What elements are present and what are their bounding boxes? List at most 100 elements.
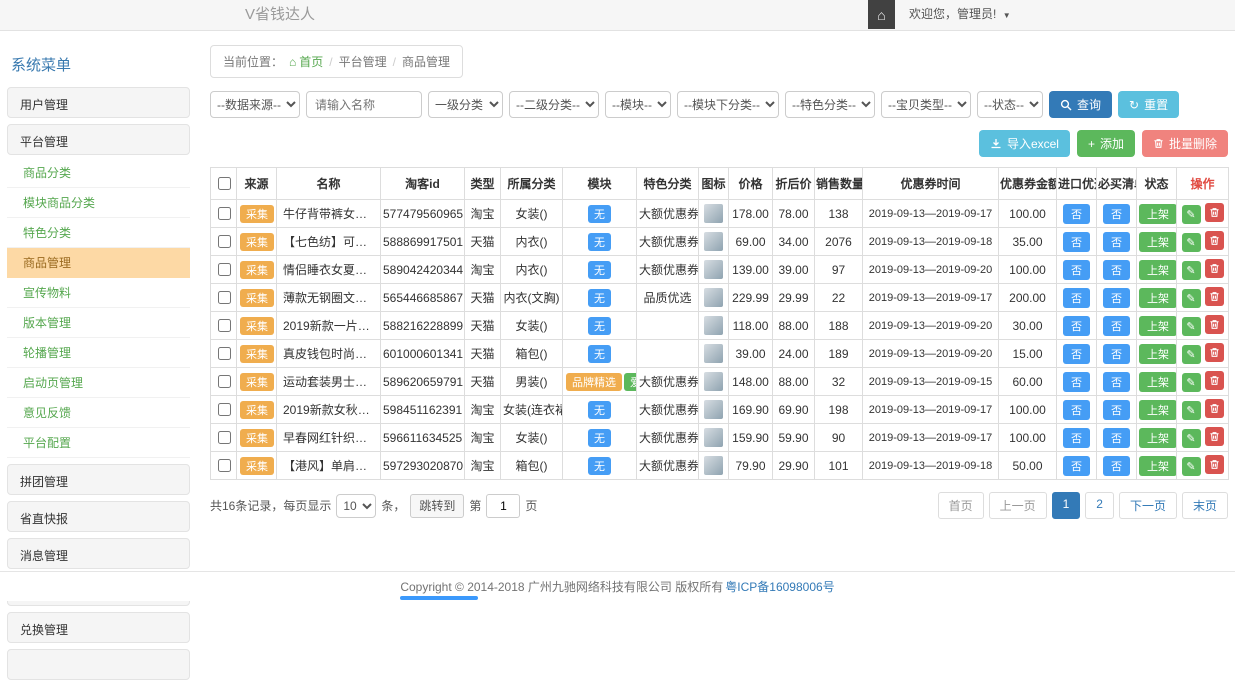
import-select-toggle[interactable]: 否 bbox=[1063, 204, 1090, 224]
jump-button[interactable]: 跳转到 bbox=[410, 494, 464, 518]
must-buy-toggle[interactable]: 否 bbox=[1103, 260, 1130, 280]
filter-select-6[interactable]: --特色分类-- bbox=[785, 91, 875, 118]
edit-button[interactable]: ✎ bbox=[1182, 233, 1201, 252]
sidebar-subitem[interactable]: 版本管理 bbox=[7, 308, 190, 338]
import-select-toggle[interactable]: 否 bbox=[1063, 344, 1090, 364]
delete-button[interactable] bbox=[1205, 259, 1224, 278]
edit-button[interactable]: ✎ bbox=[1182, 373, 1201, 392]
sidebar-subitem[interactable]: 模块商品分类 bbox=[7, 188, 190, 218]
must-buy-toggle[interactable]: 否 bbox=[1103, 204, 1130, 224]
pager-button-0[interactable]: 首页 bbox=[938, 492, 984, 519]
edit-button[interactable]: ✎ bbox=[1182, 261, 1201, 280]
sidebar-subitem[interactable]: 商品管理 bbox=[7, 248, 190, 278]
import-select-toggle[interactable]: 否 bbox=[1063, 316, 1090, 336]
filter-select-3[interactable]: --二级分类-- bbox=[509, 91, 599, 118]
delete-button[interactable] bbox=[1205, 399, 1224, 418]
must-buy-toggle[interactable]: 否 bbox=[1103, 428, 1130, 448]
row-checkbox[interactable] bbox=[218, 291, 231, 304]
must-buy-toggle[interactable]: 否 bbox=[1103, 316, 1130, 336]
import-select-toggle[interactable]: 否 bbox=[1063, 428, 1090, 448]
row-checkbox[interactable] bbox=[218, 263, 231, 276]
import-select-toggle[interactable]: 否 bbox=[1063, 288, 1090, 308]
sidebar-item-1[interactable]: 平台管理 bbox=[7, 124, 190, 155]
pager-button-1[interactable]: 上一页 bbox=[989, 492, 1047, 519]
sidebar-subitem[interactable]: 意见反馈 bbox=[7, 398, 190, 428]
sidebar-item-3[interactable]: 省直快报 bbox=[7, 501, 190, 532]
row-checkbox[interactable] bbox=[218, 235, 231, 248]
import-select-toggle[interactable]: 否 bbox=[1063, 232, 1090, 252]
filter-select-5[interactable]: --模块下分类-- bbox=[677, 91, 779, 118]
delete-button[interactable] bbox=[1205, 371, 1224, 390]
row-checkbox[interactable] bbox=[218, 207, 231, 220]
pager-button-5[interactable]: 末页 bbox=[1182, 492, 1228, 519]
user-menu[interactable]: 欢迎您，管理员! ▼ bbox=[895, 0, 1025, 29]
must-buy-toggle[interactable]: 否 bbox=[1103, 372, 1130, 392]
home-button[interactable]: ⌂ bbox=[868, 0, 895, 29]
pager-button-4[interactable]: 下一页 bbox=[1119, 492, 1177, 519]
edit-button[interactable]: ✎ bbox=[1182, 457, 1201, 476]
batch-delete-button[interactable]: 批量删除 bbox=[1142, 130, 1228, 157]
icp-link[interactable]: 粤ICP备16098006号 bbox=[725, 578, 834, 595]
status-button[interactable]: 上架 bbox=[1139, 260, 1177, 280]
select-all-checkbox[interactable] bbox=[218, 177, 231, 190]
add-button[interactable]: + 添加 bbox=[1077, 130, 1135, 157]
status-button[interactable]: 上架 bbox=[1139, 344, 1177, 364]
row-checkbox[interactable] bbox=[218, 347, 231, 360]
import-select-toggle[interactable]: 否 bbox=[1063, 400, 1090, 420]
edit-button[interactable]: ✎ bbox=[1182, 289, 1201, 308]
edit-button[interactable]: ✎ bbox=[1182, 317, 1201, 336]
search-button[interactable]: 查询 bbox=[1049, 91, 1112, 118]
name-search-input[interactable] bbox=[306, 91, 422, 118]
status-button[interactable]: 上架 bbox=[1139, 316, 1177, 336]
sidebar-subitem[interactable]: 平台配置 bbox=[7, 428, 190, 458]
sidebar-subitem[interactable]: 商品分类 bbox=[7, 158, 190, 188]
delete-button[interactable] bbox=[1205, 287, 1224, 306]
delete-button[interactable] bbox=[1205, 203, 1224, 222]
row-checkbox[interactable] bbox=[218, 403, 231, 416]
breadcrumb-home-link[interactable]: ⌂ 首页 bbox=[289, 53, 323, 70]
horizontal-scrollbar-thumb[interactable] bbox=[400, 596, 478, 600]
edit-button[interactable]: ✎ bbox=[1182, 429, 1201, 448]
filter-select-2[interactable]: 一级分类 bbox=[428, 91, 503, 118]
sidebar-item-7[interactable] bbox=[7, 649, 190, 680]
delete-button[interactable] bbox=[1205, 427, 1224, 446]
filter-select-8[interactable]: --状态-- bbox=[977, 91, 1043, 118]
edit-button[interactable]: ✎ bbox=[1182, 401, 1201, 420]
status-button[interactable]: 上架 bbox=[1139, 204, 1177, 224]
filter-select-0[interactable]: --数据来源-- bbox=[210, 91, 300, 118]
must-buy-toggle[interactable]: 否 bbox=[1103, 456, 1130, 476]
import-select-toggle[interactable]: 否 bbox=[1063, 372, 1090, 392]
import-excel-button[interactable]: 导入excel bbox=[979, 130, 1070, 157]
sidebar-item-4[interactable]: 消息管理 bbox=[7, 538, 190, 569]
sidebar-subitem[interactable]: 宣传物料 bbox=[7, 278, 190, 308]
status-button[interactable]: 上架 bbox=[1139, 288, 1177, 308]
delete-button[interactable] bbox=[1205, 315, 1224, 334]
row-checkbox[interactable] bbox=[218, 319, 231, 332]
filter-select-4[interactable]: --模块-- bbox=[605, 91, 671, 118]
pager-button-2[interactable]: 1 bbox=[1052, 492, 1081, 519]
delete-button[interactable] bbox=[1205, 343, 1224, 362]
row-checkbox[interactable] bbox=[218, 459, 231, 472]
pager-button-3[interactable]: 2 bbox=[1085, 492, 1114, 519]
must-buy-toggle[interactable]: 否 bbox=[1103, 400, 1130, 420]
delete-button[interactable] bbox=[1205, 231, 1224, 250]
must-buy-toggle[interactable]: 否 bbox=[1103, 288, 1130, 308]
status-button[interactable]: 上架 bbox=[1139, 428, 1177, 448]
must-buy-toggle[interactable]: 否 bbox=[1103, 232, 1130, 252]
row-checkbox[interactable] bbox=[218, 431, 231, 444]
must-buy-toggle[interactable]: 否 bbox=[1103, 344, 1130, 364]
edit-button[interactable]: ✎ bbox=[1182, 205, 1201, 224]
edit-button[interactable]: ✎ bbox=[1182, 345, 1201, 364]
delete-button[interactable] bbox=[1205, 455, 1224, 474]
sidebar-item-0[interactable]: 用户管理 bbox=[7, 87, 190, 118]
page-size-select[interactable]: 10 bbox=[336, 494, 376, 518]
status-button[interactable]: 上架 bbox=[1139, 400, 1177, 420]
status-button[interactable]: 上架 bbox=[1139, 232, 1177, 252]
sidebar-subitem[interactable]: 特色分类 bbox=[7, 218, 190, 248]
sidebar-subitem[interactable]: 轮播管理 bbox=[7, 338, 190, 368]
row-checkbox[interactable] bbox=[218, 375, 231, 388]
import-select-toggle[interactable]: 否 bbox=[1063, 260, 1090, 280]
page-jump-input[interactable] bbox=[486, 494, 520, 518]
status-button[interactable]: 上架 bbox=[1139, 372, 1177, 392]
sidebar-item-6[interactable]: 兑换管理 bbox=[7, 612, 190, 643]
